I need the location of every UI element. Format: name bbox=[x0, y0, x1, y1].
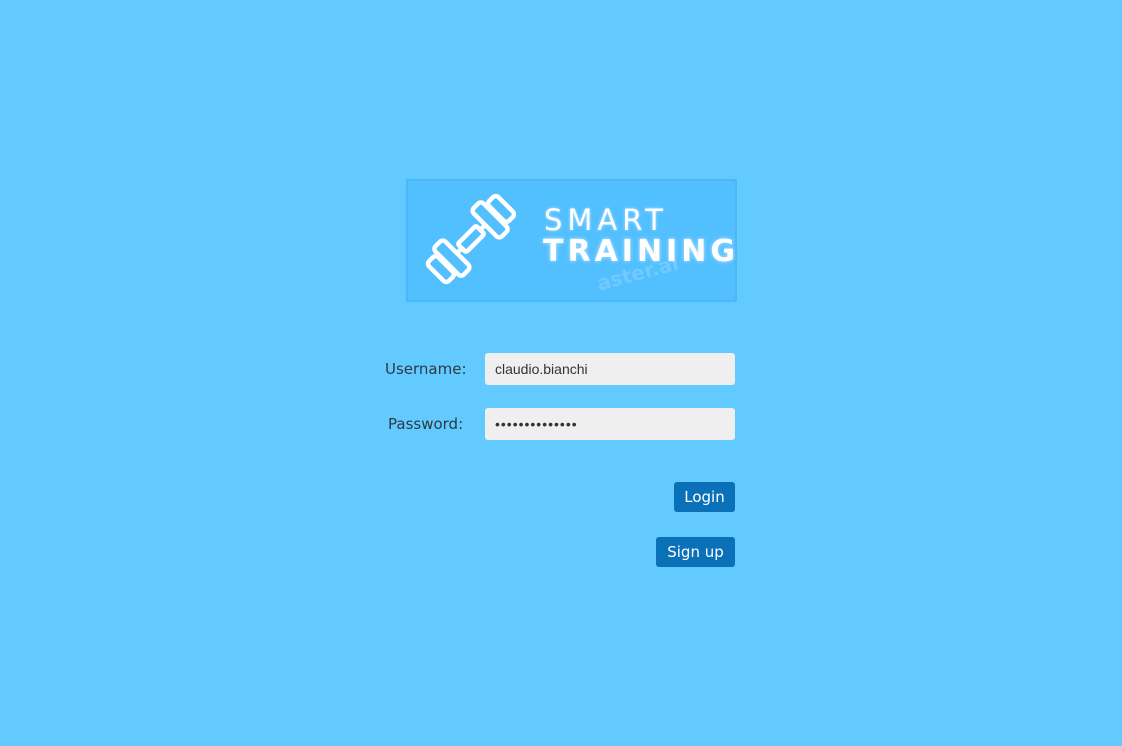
smart-training-logo: SMART TRAINING aster.ai bbox=[406, 179, 737, 302]
login-page: SMART TRAINING aster.ai Username: Passwo… bbox=[0, 0, 1122, 746]
login-button[interactable]: Login bbox=[674, 482, 735, 512]
username-field[interactable] bbox=[485, 353, 735, 385]
password-field[interactable] bbox=[485, 408, 735, 440]
logo-text-smart: SMART bbox=[544, 203, 669, 237]
dumbbell-icon bbox=[425, 193, 517, 285]
password-label: Password: bbox=[388, 415, 464, 433]
username-label: Username: bbox=[385, 360, 467, 378]
signup-button[interactable]: Sign up bbox=[656, 537, 735, 567]
